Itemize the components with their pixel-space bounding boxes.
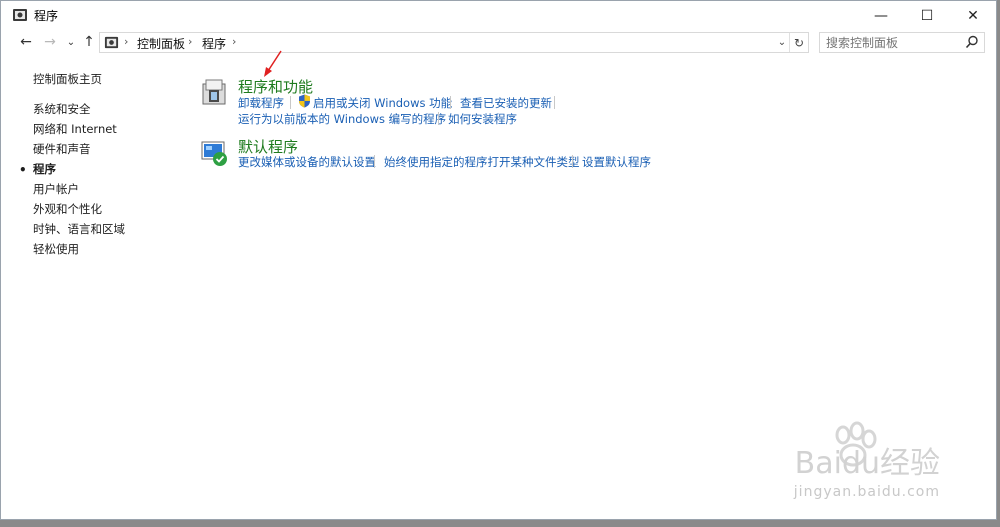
file-type-association-link[interactable]: 始终使用指定的程序打开某种文件类型 bbox=[384, 154, 580, 170]
breadcrumb-separator[interactable]: › bbox=[232, 35, 236, 48]
forward-button[interactable]: → bbox=[41, 33, 59, 51]
maximize-button[interactable]: ☐ bbox=[904, 1, 950, 30]
breadcrumb-control-panel[interactable]: 控制面板 bbox=[137, 35, 185, 52]
window-title: 程序 bbox=[34, 9, 59, 23]
uninstall-program-link[interactable]: 卸载程序 bbox=[238, 95, 284, 111]
address-bar[interactable]: › 控制面板 › 程序 › ⌄ ↻ bbox=[99, 32, 809, 53]
link-separator bbox=[554, 96, 555, 109]
close-button[interactable]: ✕ bbox=[950, 1, 996, 30]
address-dropdown-button[interactable]: ⌄ bbox=[774, 34, 790, 51]
link-separator bbox=[438, 112, 439, 125]
back-button[interactable]: ← bbox=[17, 33, 35, 51]
annotation-arrow bbox=[264, 50, 282, 77]
sidebar-item-label: 程序 bbox=[33, 162, 56, 176]
control-panel-icon bbox=[13, 9, 27, 21]
breadcrumb-separator[interactable]: › bbox=[124, 35, 128, 48]
sidebar-item-ease-of-access[interactable]: 轻松使用 bbox=[33, 241, 79, 257]
link-separator bbox=[450, 96, 451, 109]
control-panel-window: 程序 — ☐ ✕ ← → ⌄ ↑ › 控制面板 › 程序 › ⌄ ↻ 搜索控制面… bbox=[0, 0, 997, 520]
baidu-watermark-url: jingyan.baidu.com bbox=[793, 484, 940, 500]
programs-features-icon[interactable] bbox=[200, 78, 228, 106]
uac-shield-icon bbox=[299, 94, 310, 108]
control-panel-icon bbox=[104, 36, 119, 49]
sidebar-item-control-panel-home[interactable]: 控制面板主页 bbox=[33, 71, 102, 87]
search-icon[interactable] bbox=[965, 35, 979, 49]
current-item-bullet: • bbox=[19, 163, 27, 177]
link-separator bbox=[290, 96, 291, 109]
search-box[interactable] bbox=[819, 32, 985, 53]
navigation-bar: ← → ⌄ ↑ › 控制面板 › 程序 › ⌄ ↻ bbox=[1, 30, 996, 56]
link-separator bbox=[572, 155, 573, 168]
sidebar-item-programs[interactable]: • 程序 bbox=[19, 161, 56, 177]
sidebar-item-system-security[interactable]: 系统和安全 bbox=[33, 101, 91, 117]
breadcrumb-programs[interactable]: 程序 bbox=[202, 35, 226, 52]
default-programs-icon[interactable] bbox=[200, 139, 228, 167]
sidebar-item-hardware-sound[interactable]: 硬件和声音 bbox=[33, 141, 91, 157]
up-button[interactable]: ↑ bbox=[80, 33, 98, 51]
turn-windows-features-link[interactable]: 启用或关闭 Windows 功能 bbox=[313, 95, 452, 111]
how-to-install-link[interactable]: 如何安装程序 bbox=[448, 111, 517, 127]
run-older-programs-link[interactable]: 运行为以前版本的 Windows 编写的程序 bbox=[238, 111, 446, 127]
title-bar[interactable]: 程序 — ☐ ✕ bbox=[1, 1, 996, 30]
set-default-programs-link[interactable]: 设置默认程序 bbox=[582, 154, 651, 170]
search-input[interactable] bbox=[826, 34, 961, 51]
refresh-button[interactable]: ↻ bbox=[789, 33, 808, 52]
sidebar-item-appearance[interactable]: 外观和个性化 bbox=[33, 201, 102, 217]
minimize-button[interactable]: — bbox=[858, 1, 904, 30]
breadcrumb-separator[interactable]: › bbox=[188, 35, 192, 48]
sidebar-item-clock-language-region[interactable]: 时钟、语言和区域 bbox=[33, 221, 125, 237]
sidebar-item-user-accounts[interactable]: 用户帐户 bbox=[33, 181, 79, 197]
view-installed-updates-link[interactable]: 查看已安装的更新 bbox=[460, 95, 552, 111]
change-media-defaults-link[interactable]: 更改媒体或设备的默认设置 bbox=[238, 154, 376, 170]
recent-locations-button[interactable]: ⌄ bbox=[62, 33, 80, 51]
baidu-watermark-brand: Baidu经验 bbox=[794, 446, 940, 481]
link-separator bbox=[374, 155, 375, 168]
sidebar-item-network-internet[interactable]: 网络和 Internet bbox=[33, 121, 117, 137]
